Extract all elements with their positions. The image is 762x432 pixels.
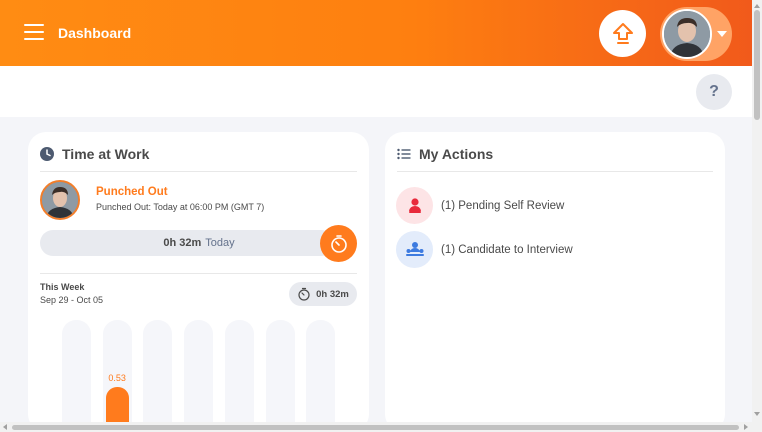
divider: [397, 171, 713, 172]
action-label: (1) Pending Self Review: [441, 199, 565, 212]
week-bar-track: [184, 320, 214, 432]
card-header: Time at Work: [40, 146, 149, 162]
action-pending-self-review[interactable]: (1) Pending Self Review: [396, 187, 564, 224]
stopwatch-icon: [330, 234, 347, 253]
profile-menu-button[interactable]: [660, 7, 732, 61]
scroll-thumb[interactable]: [754, 10, 760, 120]
week-total-badge: 0h 32m: [289, 282, 357, 306]
horizontal-scrollbar[interactable]: [0, 422, 752, 432]
week-bar-track: [265, 320, 295, 432]
avatar: [40, 180, 80, 220]
scroll-thumb[interactable]: [12, 425, 739, 430]
help-button[interactable]: ?: [696, 74, 732, 110]
vertical-scrollbar[interactable]: [752, 0, 762, 432]
week-total: 0h 32m: [316, 288, 349, 300]
punch-detail: Punched Out: Today at 06:00 PM (GMT 7): [96, 202, 265, 212]
action-icon-circle: [396, 231, 433, 268]
card-header: My Actions: [397, 146, 493, 162]
today-label: Today: [205, 237, 235, 249]
divider: [40, 273, 357, 274]
time-at-work-card: Time at Work Punched Out Punched Out: To…: [28, 132, 369, 432]
today-duration-bar: 0h 32m Today: [40, 230, 334, 256]
week-bar-track: [62, 320, 91, 432]
my-actions-card: My Actions (1) Pending Self Review (1) C…: [385, 132, 725, 432]
scroll-right-icon[interactable]: [744, 424, 748, 430]
week-bar-track: [224, 320, 254, 432]
scroll-up-icon[interactable]: [754, 4, 760, 8]
punch-timer-button[interactable]: [320, 225, 357, 262]
hamburger-icon[interactable]: [24, 23, 44, 41]
week-bar-track: [143, 320, 173, 432]
sub-header: ?: [0, 66, 752, 117]
week-label: This Week: [40, 282, 85, 292]
action-icon-circle: [396, 187, 433, 224]
list-icon: [397, 148, 411, 160]
card-title: My Actions: [419, 146, 494, 162]
week-range: Sep 29 - Oct 05: [40, 295, 104, 305]
avatar: [662, 9, 712, 59]
week-bar-label: 0.53: [108, 373, 126, 383]
punch-status: Punched Out: [96, 186, 168, 198]
clock-icon: [40, 147, 54, 161]
action-candidate-interview[interactable]: (1) Candidate to Interview: [396, 231, 573, 268]
top-bar: Dashboard: [0, 0, 752, 66]
today-duration: 0h 32m: [163, 237, 202, 249]
action-label: (1) Candidate to Interview: [441, 243, 573, 256]
page-title: Dashboard: [58, 25, 132, 41]
scroll-left-icon[interactable]: [3, 424, 7, 430]
card-title: Time at Work: [62, 146, 150, 162]
upgrade-arrow-icon: [612, 22, 633, 44]
caret-down-icon: [717, 31, 727, 37]
divider: [40, 171, 357, 172]
scroll-down-icon[interactable]: [754, 412, 760, 416]
interview-icon: [405, 241, 424, 256]
upgrade-button[interactable]: [599, 10, 646, 57]
week-bar-track: 0.53: [102, 320, 132, 432]
self-review-icon: [408, 197, 421, 213]
stopwatch-icon: [298, 287, 310, 301]
week-bar-track: [306, 320, 336, 432]
